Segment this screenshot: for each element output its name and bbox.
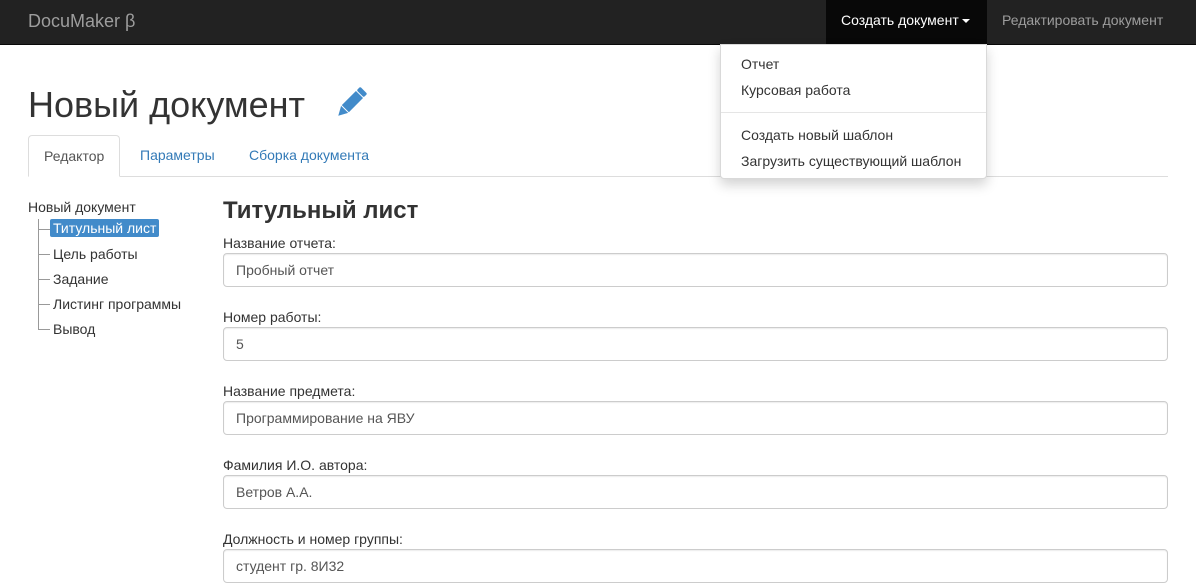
navbar: DocuMaker β Создать документ Редактирова… (0, 0, 1196, 45)
tree-branch (38, 304, 50, 305)
tree-item-goal[interactable]: Цель работы (53, 246, 138, 262)
tab-editor[interactable]: Редактор (28, 135, 121, 177)
section-title: Титульный лист (223, 197, 419, 224)
dropdown-item-coursework[interactable]: Курсовая работа (741, 82, 850, 98)
work-number-input[interactable] (223, 327, 1168, 361)
report-name-label: Название отчета: (223, 235, 336, 251)
tree-item-conclusion[interactable]: Вывод (53, 321, 95, 337)
tree-item-title-page[interactable]: Титульный лист (50, 219, 160, 237)
app-brand[interactable]: DocuMaker β (28, 11, 135, 32)
tree-item-task[interactable]: Задание (53, 271, 109, 287)
tree-connector (38, 219, 39, 330)
work-number-label: Номер работы: (223, 309, 322, 325)
caret-down-icon (961, 19, 970, 24)
position-group-label: Должность и номер группы: (223, 531, 403, 547)
author-name-input[interactable] (223, 475, 1168, 509)
tree-branch (38, 229, 50, 230)
page-title: Новый документ (28, 84, 306, 125)
position-group-input[interactable] (223, 549, 1168, 583)
subject-name-input[interactable] (223, 401, 1168, 435)
dropdown-item-load-template[interactable]: Загрузить существующий шаблон (741, 153, 961, 169)
dropdown-item-report[interactable]: Отчет (741, 56, 779, 72)
author-name-label: Фамилия И.О. автора: (223, 457, 368, 473)
tree-branch (38, 279, 50, 280)
create-document-label: Создать документ (841, 12, 959, 28)
create-document-menu[interactable]: Создать документ (826, 0, 987, 44)
tree-branch (38, 329, 50, 330)
create-document-dropdown: Отчет Курсовая работа Создать новый шабл… (720, 44, 987, 179)
dropdown-item-new-template[interactable]: Создать новый шаблон (741, 127, 893, 143)
tab-document-build[interactable]: Сборка документа (234, 135, 384, 177)
edit-document-link[interactable]: Редактировать документ (1002, 0, 1163, 44)
dropdown-divider (721, 112, 986, 113)
tree-item-listing[interactable]: Листинг программы (53, 296, 181, 312)
tree-branch (38, 254, 50, 255)
tab-parameters[interactable]: Параметры (125, 135, 230, 177)
report-name-input[interactable] (223, 253, 1168, 287)
pencil-icon[interactable] (331, 83, 371, 123)
tree-root[interactable]: Новый документ (28, 199, 136, 215)
subject-name-label: Название предмета: (223, 383, 356, 399)
